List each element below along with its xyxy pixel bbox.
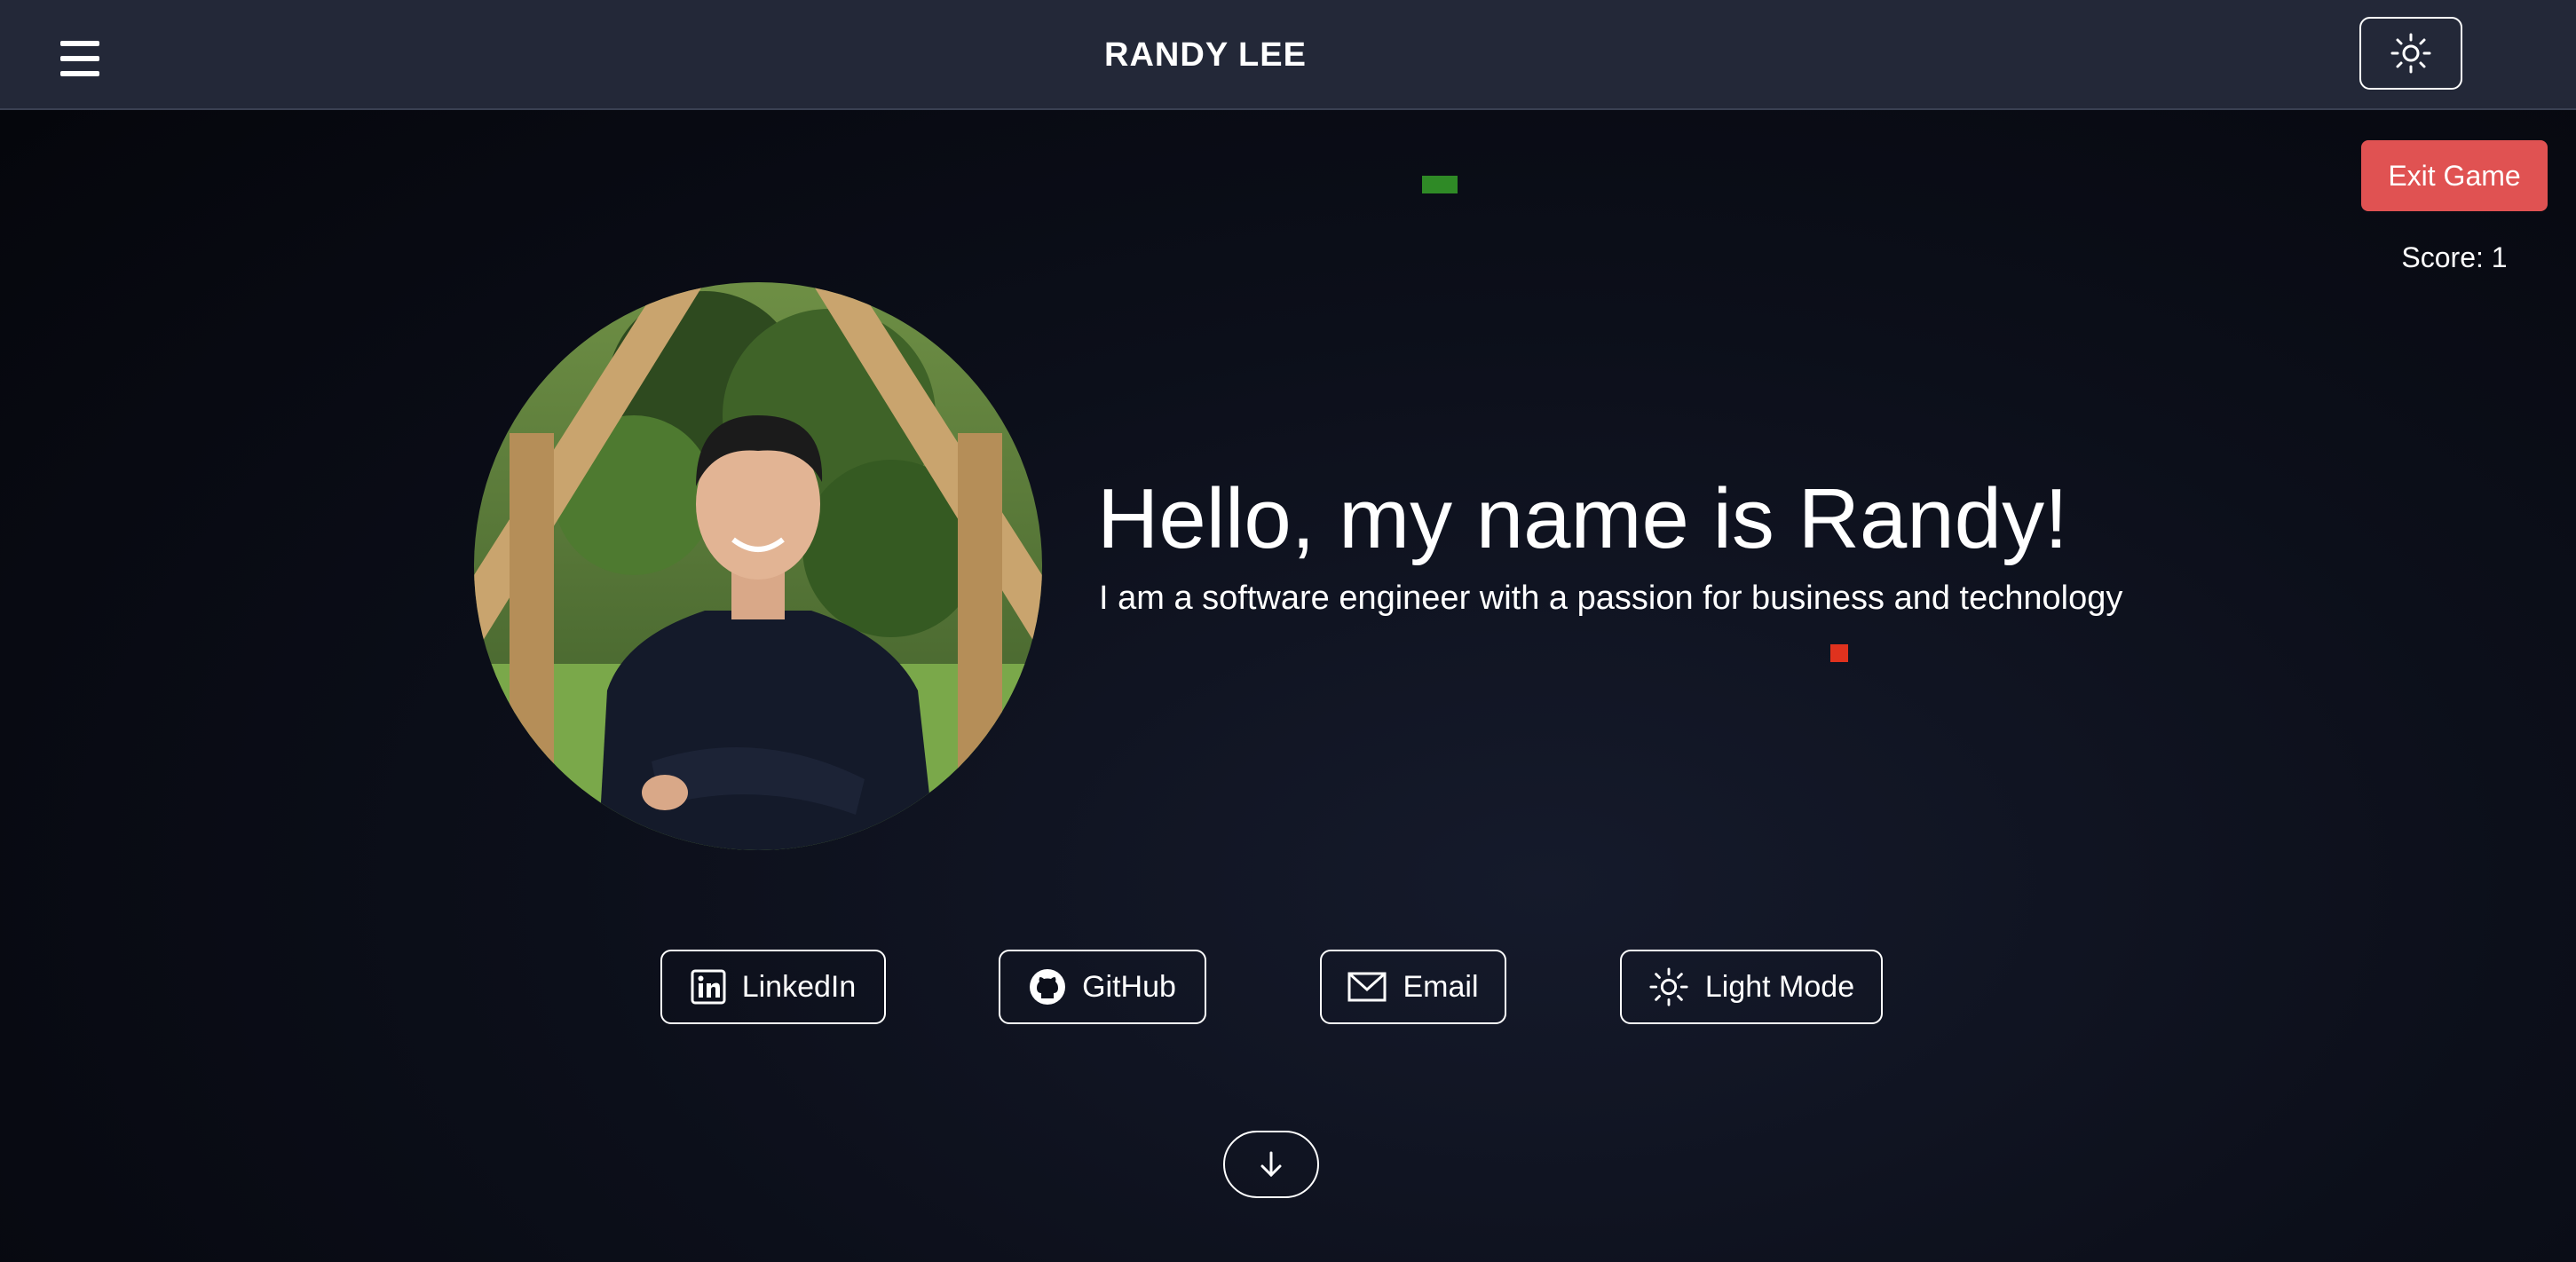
email-button[interactable]: Email <box>1320 950 1506 1024</box>
theme-toggle-button[interactable] <box>2359 17 2462 90</box>
sun-icon <box>1648 966 1689 1007</box>
site-title[interactable]: RANDY LEE <box>0 0 2411 110</box>
profile-photo <box>474 282 1042 850</box>
hero-heading: Hello, my name is Randy! <box>1097 471 2068 566</box>
exit-game-button[interactable]: Exit Game <box>2361 140 2548 211</box>
linkedin-label: LinkedIn <box>741 969 857 1004</box>
linkedin-button[interactable]: LinkedIn <box>660 950 886 1024</box>
scroll-down-button[interactable] <box>1223 1131 1319 1198</box>
github-label: GitHub <box>1082 969 1176 1004</box>
github-button[interactable]: GitHub <box>999 950 1206 1024</box>
github-icon <box>1029 968 1066 1006</box>
score-display: Score: 1 <box>2401 241 2508 273</box>
light-mode-button[interactable]: Light Mode <box>1620 950 1883 1024</box>
snake-segment <box>1422 176 1458 193</box>
light-mode-label: Light Mode <box>1704 969 1855 1004</box>
mail-icon <box>1347 972 1387 1002</box>
hero-subheading: I am a software engineer with a passion … <box>1099 580 2123 617</box>
snake-food <box>1830 644 1848 662</box>
arrow-down-icon <box>1260 1151 1282 1178</box>
linkedin-icon <box>691 969 726 1005</box>
sun-icon <box>2390 33 2431 74</box>
email-label: Email <box>1403 969 1479 1004</box>
top-nav-bar: RANDY LEE <box>0 0 2576 110</box>
